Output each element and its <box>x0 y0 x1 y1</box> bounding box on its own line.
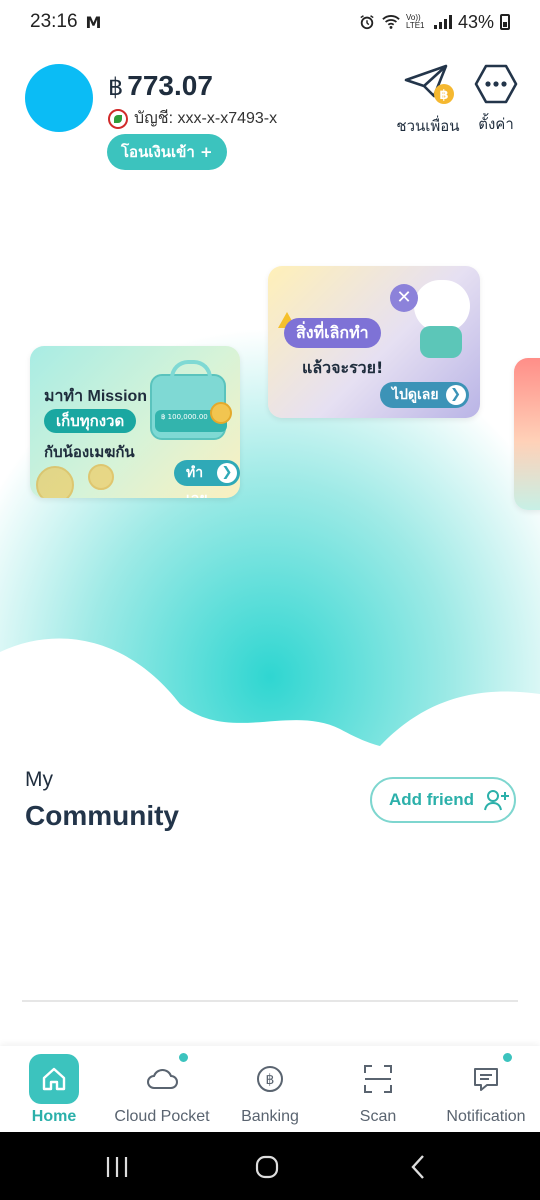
add-friend-button[interactable]: Add friend <box>370 777 516 823</box>
promo-subtitle: แล้วจะรวย! <box>302 358 384 377</box>
promo-subtitle: กับน้องเมฆกัน <box>44 443 135 461</box>
settings-label: ตั้งค่า <box>478 115 514 133</box>
coin-icon <box>88 464 114 490</box>
status-icons: Vo)) LTE1 43% <box>358 12 510 33</box>
nav-label-scan: Scan <box>359 1108 397 1125</box>
balance-amount: 773.07 <box>127 70 213 101</box>
back-button[interactable] <box>402 1150 436 1184</box>
nav-label-home: Home <box>31 1108 77 1125</box>
nav-banking[interactable]: ฿ Banking <box>216 1054 324 1126</box>
cloud-icon-box <box>137 1052 189 1104</box>
home-icon-box <box>29 1054 79 1104</box>
close-mark-icon: ✕ <box>390 284 418 312</box>
baht-icon-box: ฿ <box>245 1054 295 1104</box>
nav-home[interactable]: Home <box>0 1054 108 1126</box>
status-bar: 23:16 M Vo)) LTE1 43% <box>0 0 540 44</box>
back-icon <box>411 1155 424 1179</box>
badge-dot <box>178 1052 189 1063</box>
currency-symbol: ฿ <box>108 74 124 101</box>
status-time: 23:16 <box>30 11 78 32</box>
system-nav-bar <box>0 1132 540 1200</box>
nav-cloud-pocket[interactable]: Cloud Pocket <box>108 1052 216 1126</box>
battery-percent: 43% <box>457 11 494 32</box>
nav-label-notification: Notification <box>446 1108 526 1125</box>
lte-label: Vo)) LTE1 <box>405 13 425 30</box>
coin-icon <box>36 466 74 498</box>
bank-logo-icon <box>108 108 128 129</box>
invite-label: ชวนเพื่อน <box>396 117 460 135</box>
do-it-label: ทำเลย <box>186 465 208 498</box>
promo-title: มาทำ Mission <box>44 388 148 405</box>
gmail-icon: M <box>85 12 102 32</box>
my-label: My <box>25 768 53 791</box>
more-icon <box>474 64 518 104</box>
badge-dot <box>502 1052 513 1063</box>
promo-card-mission[interactable]: มาทำ Mission เก็บทุกงวด กับน้องเมฆกัน ฿ … <box>30 346 240 498</box>
transfer-in-button[interactable]: โอนเงินเข้า + <box>107 134 227 170</box>
cloud-mascot-icon <box>414 280 470 332</box>
chat-icon <box>474 1068 498 1091</box>
chevron-right-icon: ❯ <box>445 385 466 405</box>
alarm-icon <box>360 15 374 30</box>
recent-apps-icon <box>106 1157 128 1177</box>
paper-plane-icon: ฿ <box>404 64 454 104</box>
baht-icon: ฿ <box>257 1066 283 1092</box>
add-user-icon <box>484 790 509 811</box>
chat-icon-box <box>461 1052 513 1104</box>
wifi-icon <box>382 15 400 29</box>
add-friend-label: Add friend <box>389 790 474 809</box>
account-row: บัญชี: xxx-x-x7493-x <box>108 106 277 131</box>
account-number: บัญชี: xxx-x-x7493-x <box>134 110 278 127</box>
home-circle-icon <box>255 1155 279 1179</box>
promo-card-partial[interactable] <box>514 358 540 510</box>
go-see-button[interactable]: ไปดูเลย ❯ <box>380 382 469 408</box>
nav-label-banking: Banking <box>241 1108 299 1125</box>
battery-icon <box>500 14 510 30</box>
recent-apps-button[interactable] <box>100 1150 134 1184</box>
promo-pill: เก็บทุกงวด <box>44 409 137 433</box>
promo-pill: สิ่งที่เลิกทำ <box>284 318 381 348</box>
balance: ฿ 773.07 <box>108 70 213 102</box>
scan-icon <box>364 1065 392 1093</box>
chevron-right-icon: ❯ <box>217 463 237 483</box>
home-icon <box>42 1067 66 1091</box>
community-title: Community <box>25 800 179 831</box>
bottom-nav: Home Cloud Pocket ฿ Banking Scan Notific… <box>0 1046 540 1132</box>
promo-card-quit-habits[interactable]: ✕ สิ่งที่เลิกทำ แล้วจะรวย! ไปดูเลย ❯ <box>268 266 480 418</box>
nav-scan[interactable]: Scan <box>324 1054 432 1126</box>
invite-friend-button[interactable]: ฿ ชวนเพื่อน <box>392 62 464 138</box>
avatar[interactable] <box>25 64 93 132</box>
nav-label-cloud-pocket: Cloud Pocket <box>114 1108 210 1125</box>
mascot-body <box>420 326 462 358</box>
signal-icon <box>433 15 452 29</box>
nav-notification[interactable]: Notification <box>432 1052 540 1126</box>
svg-text:฿: ฿ <box>439 88 448 103</box>
cloud-icon <box>147 1069 178 1089</box>
coin-icon <box>210 402 232 424</box>
account-header: ฿ 773.07 บัญชี: xxx-x-x7493-x โอนเงินเข้า… <box>0 44 540 184</box>
scan-icon-box <box>353 1054 403 1104</box>
go-see-label: ไปดูเลย <box>392 387 439 403</box>
divider <box>22 1000 518 1002</box>
settings-button[interactable]: ตั้งค่า <box>466 64 526 136</box>
do-it-button[interactable]: ทำเลย ❯ <box>174 460 240 498</box>
svg-text:฿: ฿ <box>266 1072 275 1088</box>
home-system-button[interactable] <box>250 1150 284 1184</box>
